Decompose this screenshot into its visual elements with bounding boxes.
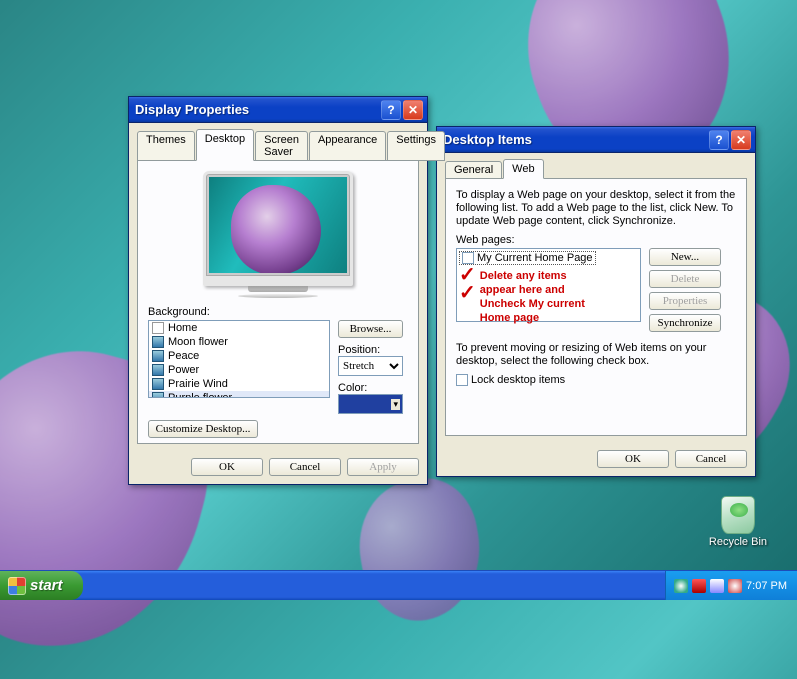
display-properties-window: Display Properties ? ✕ Themes Desktop Sc…	[128, 96, 428, 485]
bmp-icon	[152, 364, 164, 376]
tray-icon[interactable]	[710, 579, 724, 593]
recycle-bin-label: Recycle Bin	[709, 536, 767, 548]
webpage-checkbox[interactable]	[462, 252, 474, 264]
color-label: Color:	[338, 382, 408, 394]
recycle-bin-icon[interactable]: Recycle Bin	[709, 496, 767, 548]
browse-button[interactable]: Browse...	[338, 320, 403, 338]
annotation-mark-icon: ✓	[459, 287, 476, 299]
annotation-text: Home page	[480, 311, 585, 325]
tray-icon[interactable]	[674, 579, 688, 593]
list-item[interactable]: Power	[168, 364, 199, 376]
preview-monitor	[148, 171, 408, 298]
tab-themes[interactable]: Themes	[137, 131, 195, 161]
tab-desktop[interactable]: Desktop	[196, 129, 254, 161]
lock-intro: To prevent moving or resizing of Web ite…	[456, 342, 736, 368]
window-title: Display Properties	[135, 102, 379, 117]
bmp-icon	[152, 378, 164, 390]
annotation-text: appear here and	[480, 283, 585, 297]
position-label: Position:	[338, 344, 408, 356]
lock-label: Lock desktop items	[471, 374, 565, 386]
tray-icon[interactable]	[692, 579, 706, 593]
titlebar[interactable]: Desktop Items ? ✕	[437, 127, 755, 153]
annotation-mark-icon: ✓	[459, 269, 476, 281]
tabs: Themes Desktop Screen Saver Appearance S…	[137, 129, 419, 161]
start-button[interactable]: start	[0, 571, 83, 600]
webpages-list[interactable]: My Current Home Page ✓ ✓ Delete any item…	[456, 248, 641, 322]
color-select[interactable]	[338, 394, 403, 414]
customize-desktop-button[interactable]: Customize Desktop...	[148, 420, 258, 438]
tab-web[interactable]: Web	[503, 159, 543, 179]
annotation-text: Delete any items	[480, 269, 585, 283]
new-button[interactable]: New...	[649, 248, 721, 266]
bmp-icon	[152, 336, 164, 348]
synchronize-button[interactable]: Synchronize	[649, 314, 721, 332]
windows-logo-icon	[8, 577, 26, 595]
lock-checkbox[interactable]	[456, 374, 468, 386]
desktop-items-window: Desktop Items ? ✕ General Web To display…	[436, 126, 756, 477]
wallpaper-petal	[349, 471, 491, 630]
annotation-text: Uncheck My current	[480, 297, 585, 311]
delete-button[interactable]: Delete	[649, 270, 721, 288]
list-item[interactable]: Purple flower	[168, 392, 232, 398]
bmp-icon	[152, 350, 164, 362]
list-item[interactable]: Home	[168, 322, 197, 334]
tab-general[interactable]: General	[445, 161, 502, 179]
window-title: Desktop Items	[443, 132, 707, 147]
list-item[interactable]: Prairie Wind	[168, 378, 228, 390]
tab-settings[interactable]: Settings	[387, 131, 445, 161]
ok-button[interactable]: OK	[191, 458, 263, 476]
ok-button[interactable]: OK	[597, 450, 669, 468]
position-select[interactable]: Stretch	[338, 356, 403, 376]
apply-button[interactable]: Apply	[347, 458, 419, 476]
webpages-label: Web pages:	[456, 234, 736, 246]
properties-button[interactable]: Properties	[649, 292, 721, 310]
clock[interactable]: 7:07 PM	[746, 580, 787, 592]
start-label: start	[30, 577, 63, 594]
close-button[interactable]: ✕	[731, 130, 751, 150]
tray-icon[interactable]	[728, 579, 742, 593]
background-list[interactable]: Home Moon flower Peace Power Prairie Win…	[148, 320, 330, 398]
help-button[interactable]: ?	[381, 100, 401, 120]
close-button[interactable]: ✕	[403, 100, 423, 120]
cancel-button[interactable]: Cancel	[675, 450, 747, 468]
list-item[interactable]: Peace	[168, 350, 199, 362]
tab-screensaver[interactable]: Screen Saver	[255, 131, 308, 161]
bmp-icon	[152, 322, 164, 334]
list-item[interactable]: Moon flower	[168, 336, 228, 348]
bmp-icon	[152, 392, 164, 398]
system-tray[interactable]: 7:07 PM	[665, 571, 797, 600]
background-label: Background:	[148, 306, 408, 318]
help-button[interactable]: ?	[709, 130, 729, 150]
tab-appearance[interactable]: Appearance	[309, 131, 386, 161]
cancel-button[interactable]: Cancel	[269, 458, 341, 476]
taskbar: start 7:07 PM	[0, 570, 797, 600]
titlebar[interactable]: Display Properties ? ✕	[129, 97, 427, 123]
webpage-item[interactable]: My Current Home Page	[477, 252, 593, 264]
intro-text: To display a Web page on your desktop, s…	[456, 189, 736, 228]
